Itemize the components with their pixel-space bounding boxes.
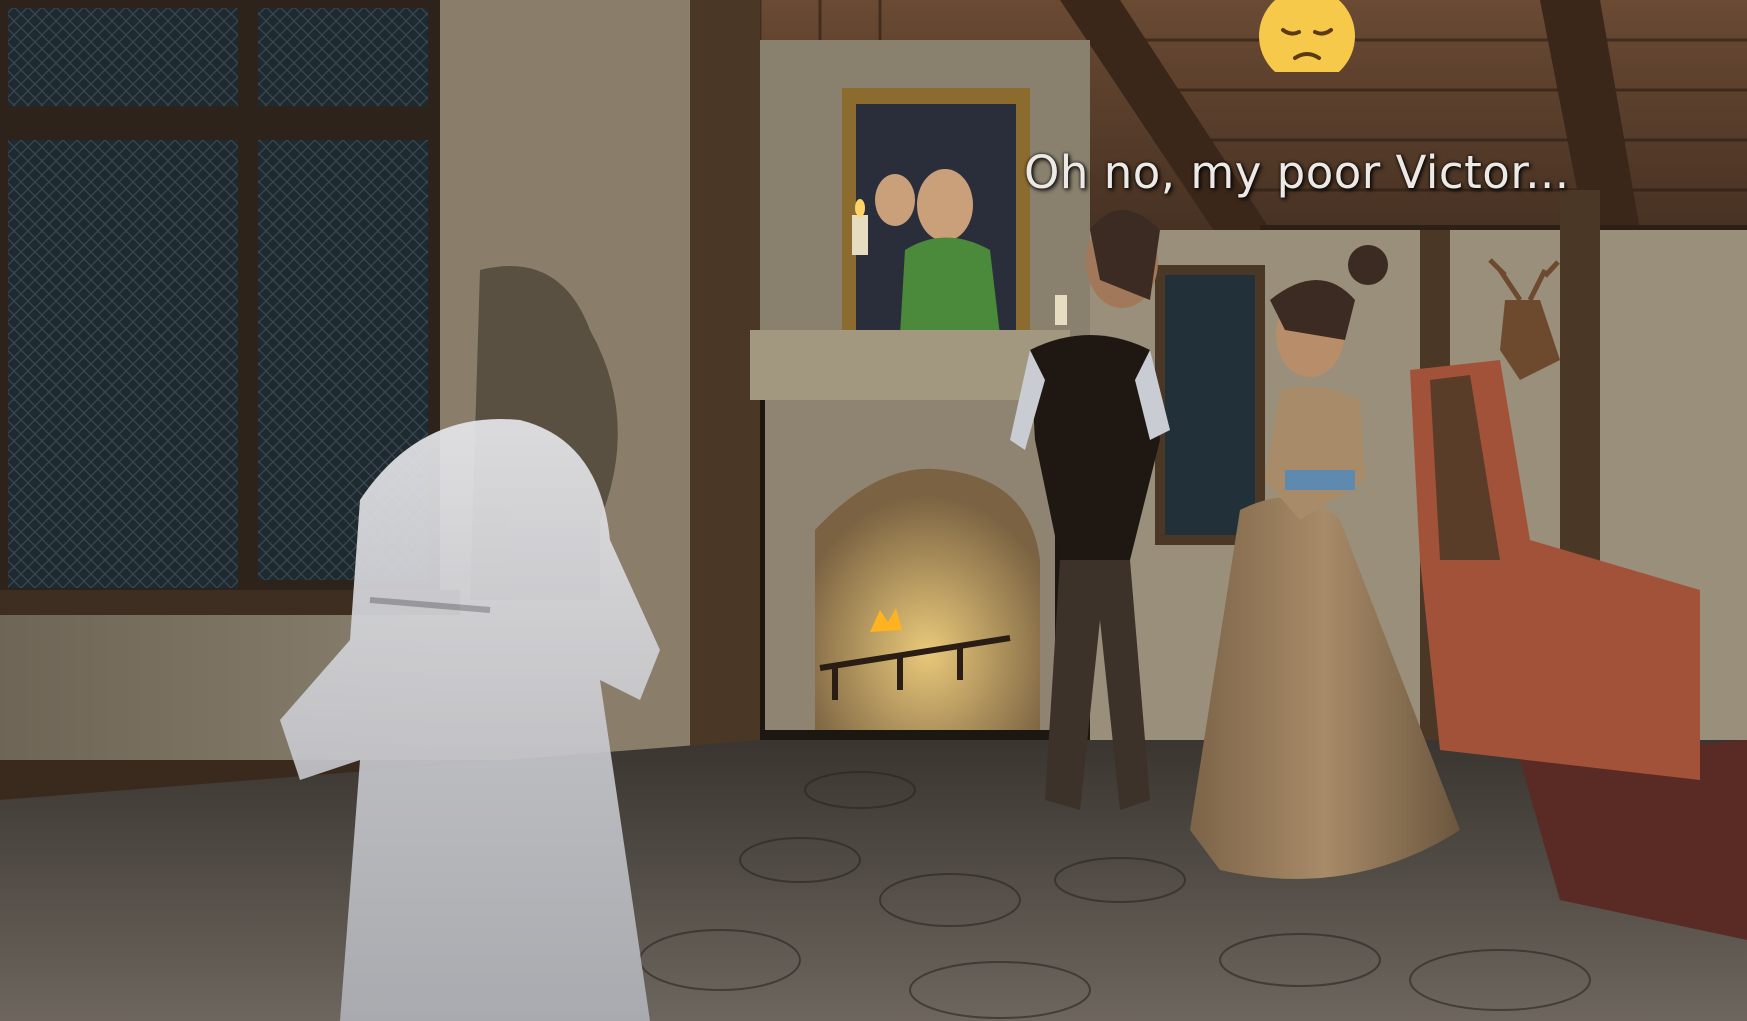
sad-face-icon bbox=[1259, 0, 1355, 72]
portrait-painting bbox=[842, 88, 1030, 360]
game-viewport[interactable]: Oh no, my poor Victor... bbox=[0, 0, 1747, 1021]
dialogue-caption: Oh no, my poor Victor... bbox=[1024, 146, 1570, 199]
